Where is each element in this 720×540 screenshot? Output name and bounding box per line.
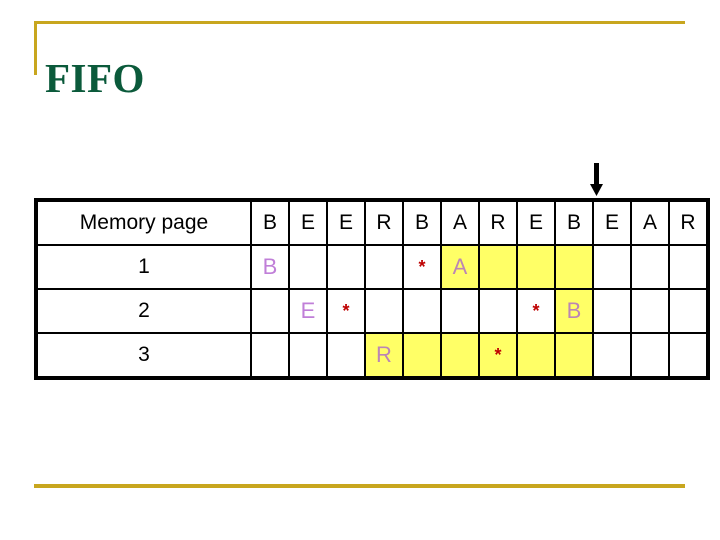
memory-cell-r3-c7: * [478, 332, 518, 380]
row-label-2: 2 [34, 288, 252, 334]
memory-cell-r2-c11 [630, 288, 670, 334]
memory-cell-r1-c8 [516, 244, 556, 290]
reference-string-cell-12: R [668, 198, 710, 246]
memory-cell-r2-c2: E [288, 288, 328, 334]
memory-cell-r1-c7 [478, 244, 518, 290]
page-letter: B [262, 254, 278, 279]
memory-cell-r3-c4: R [364, 332, 404, 380]
memory-cell-r1-c4 [364, 244, 404, 290]
reference-string-cell-5: B [402, 198, 442, 246]
page-letter: A [452, 254, 468, 279]
slide-bottom-accent-rule [34, 484, 685, 488]
memory-cell-r3-c12 [668, 332, 710, 380]
memory-cell-r1-c12 [668, 244, 710, 290]
table-row: 1 B * A [34, 244, 710, 290]
fault-star-marker: * [532, 301, 540, 322]
memory-cell-r2-c9: B [554, 288, 594, 334]
reference-string-cell-4: R [364, 198, 404, 246]
page-letter: E [300, 298, 316, 323]
memory-cell-r3-c9 [554, 332, 594, 380]
memory-cell-r2-c4 [364, 288, 404, 334]
page-letter: B [566, 298, 582, 323]
memory-cell-r3-c2 [288, 332, 328, 380]
memory-cell-r2-c8: * [516, 288, 556, 334]
memory-cell-r2-c6 [440, 288, 480, 334]
memory-table-body: Memory page BEERBAREBEAR 1 B * A 2 E * * B 3 … [34, 198, 710, 380]
down-arrow-icon [588, 163, 606, 197]
reference-string-cell-6: A [440, 198, 480, 246]
memory-page-table: Memory page BEERBAREBEAR 1 B * A 2 E * * B 3 … [34, 198, 710, 380]
row-label-3: 3 [34, 332, 252, 380]
reference-string-cell-7: R [478, 198, 518, 246]
reference-string-cell-2: E [288, 198, 328, 246]
memory-cell-r2-c10 [592, 288, 632, 334]
memory-cell-r1-c11 [630, 244, 670, 290]
memory-cell-r3-c5 [402, 332, 442, 380]
slide-top-accent-rule [34, 21, 685, 24]
reference-string-cell-8: E [516, 198, 556, 246]
memory-cell-r1-c10 [592, 244, 632, 290]
memory-cell-r1-c5: * [402, 244, 442, 290]
memory-cell-r2-c3: * [326, 288, 366, 334]
slide-left-accent-rule [34, 21, 37, 75]
fault-star-marker: * [342, 301, 350, 322]
memory-cell-r3-c10 [592, 332, 632, 380]
reference-string-cell-9: B [554, 198, 594, 246]
fault-star-marker: * [418, 257, 426, 278]
memory-cell-r2-c7 [478, 288, 518, 334]
memory-cell-r3-c1 [250, 332, 290, 380]
table-row: 3 R * [34, 332, 710, 380]
reference-string-cell-3: E [326, 198, 366, 246]
memory-cell-r1-c6: A [440, 244, 480, 290]
memory-cell-r1-c9 [554, 244, 594, 290]
memory-cell-r2-c1 [250, 288, 290, 334]
memory-cell-r3-c11 [630, 332, 670, 380]
memory-cell-r2-c12 [668, 288, 710, 334]
reference-string-cell-1: B [250, 198, 290, 246]
memory-cell-r1-c2 [288, 244, 328, 290]
memory-cell-r1-c1: B [250, 244, 290, 290]
memory-cell-r2-c5 [402, 288, 442, 334]
memory-cell-r3-c8 [516, 332, 556, 380]
page-title: FIFO [45, 55, 145, 102]
memory-cell-r3-c6 [440, 332, 480, 380]
table-header-row: Memory page BEERBAREBEAR [34, 198, 710, 246]
memory-page-header-label: Memory page [34, 198, 252, 246]
page-letter: R [376, 342, 392, 367]
reference-string-cell-11: A [630, 198, 670, 246]
memory-cell-r1-c3 [326, 244, 366, 290]
reference-string-cell-10: E [592, 198, 632, 246]
row-label-1: 1 [34, 244, 252, 290]
memory-cell-r3-c3 [326, 332, 366, 380]
fault-star-marker: * [494, 345, 502, 366]
table-row: 2 E * * B [34, 288, 710, 334]
